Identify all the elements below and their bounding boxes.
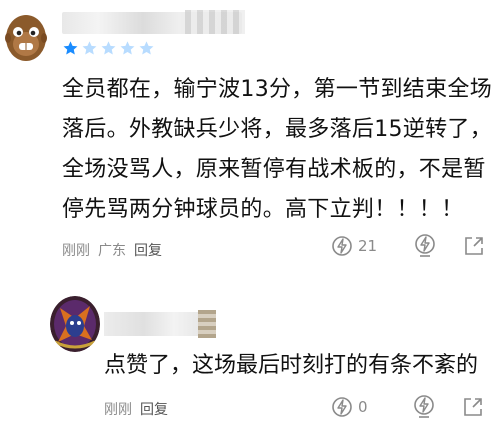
like-icon[interactable]: [330, 395, 354, 419]
user-avatar[interactable]: [50, 296, 100, 352]
comment-line: 全员都在，输宁波13分，第一节到结束全场: [62, 77, 492, 102]
reply-button[interactable]: 回复: [134, 240, 162, 260]
comment-meta: 刚刚 广东 回复: [62, 240, 162, 260]
comment-actions: 21: [330, 233, 485, 259]
reply-text: 点赞了，这场最后时刻打的有条不紊的: [104, 353, 479, 378]
reply-button[interactable]: 回复: [140, 399, 168, 419]
share-icon[interactable]: [463, 235, 485, 257]
star-filled-icon: [63, 41, 78, 55]
comment-line: 停先骂两分钟球员的。高下立判！！！！: [62, 197, 464, 222]
reply-time: 刚刚: [104, 402, 132, 418]
comment-time: 刚刚: [62, 243, 90, 259]
like-count: 21: [358, 237, 378, 255]
star-empty-icon: [139, 41, 154, 55]
user-avatar[interactable]: [2, 8, 50, 62]
comment-location: 广东: [98, 243, 126, 259]
reply-meta: 刚刚 回复: [104, 399, 168, 419]
username-blurred-block: [185, 10, 245, 34]
reply-actions: 0: [330, 394, 484, 420]
share-icon[interactable]: [462, 396, 484, 418]
comment-line: 全场没骂人，原来暂停有战术板的，不是暂: [62, 157, 486, 182]
star-empty-icon: [101, 41, 116, 55]
dislike-icon[interactable]: [412, 394, 436, 420]
dislike-icon[interactable]: [413, 233, 437, 259]
username-blurred-block: [198, 310, 216, 338]
star-rating: [62, 40, 155, 57]
comment-text: 全员都在，输宁波13分，第一节到结束全场 落后。外教缺兵少将，最多落后15逆转了…: [62, 70, 492, 230]
like-count: 0: [358, 398, 368, 416]
username-blurred[interactable]: [104, 312, 204, 336]
comment-line: 落后。外教缺兵少将，最多落后15逆转了，: [62, 117, 492, 142]
star-empty-icon: [120, 41, 135, 55]
like-icon[interactable]: [330, 234, 354, 258]
star-empty-icon: [82, 41, 97, 55]
